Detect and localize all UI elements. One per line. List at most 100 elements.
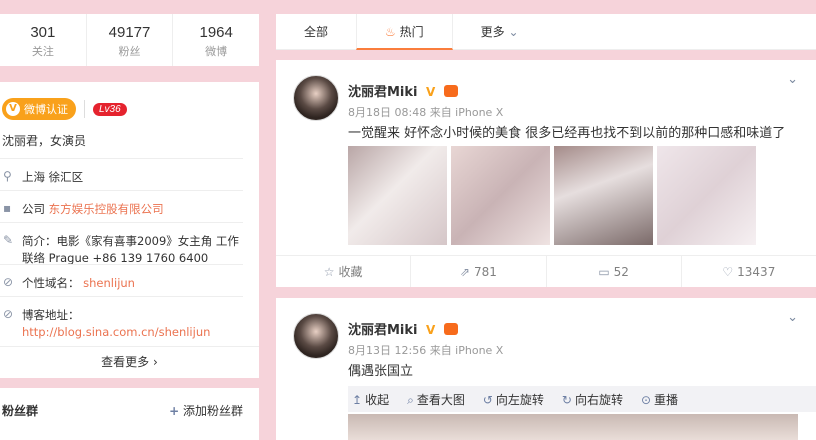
rotate-right-icon: ↻ — [561, 392, 572, 407]
feed-post: 沈丽君Miki V 8月18日 08:48 来自 iPhone X 一觉醒来 好… — [276, 60, 816, 287]
see-more-button[interactable]: 查看更多 › — [0, 346, 259, 370]
collapse-label: 收起 — [365, 392, 390, 407]
plus-icon: + — [169, 404, 180, 418]
company-text: 公司 东方娱乐控股有限公司 — [22, 201, 243, 218]
chevron-right-icon: › — [153, 355, 158, 369]
search-icon: ⌕ — [407, 392, 414, 407]
author-name[interactable]: 沈丽君Miki — [348, 85, 418, 100]
repost-icon: ⇗ — [459, 265, 470, 279]
company-row: ▪ 公司 东方娱乐控股有限公司 — [0, 190, 243, 222]
verify-badge[interactable]: V 微博认证 — [2, 98, 76, 120]
blog-link[interactable]: http://blog.sina.com.cn/shenlijun — [22, 325, 210, 339]
comment-button[interactable]: ▭ 52 — [547, 256, 682, 287]
verify-label: 微博认证 — [24, 103, 68, 116]
post-text: 一觉醒来 好怀念小时候的美食 很多已经再也找不到以前的那种口感和味道了 — [348, 126, 786, 141]
post-image[interactable] — [348, 146, 447, 245]
collapse-icon: ↥ — [352, 392, 363, 407]
chevron-down-icon: ⌄ — [508, 25, 519, 39]
domain-link[interactable]: shenlijun — [83, 276, 135, 290]
blog-row: ⊘ 博客地址： http://blog.sina.com.cn/shenliju… — [0, 296, 243, 340]
comment-count: 52 — [613, 265, 629, 279]
blog-text: 博客地址： http://blog.sina.com.cn/shenlijun — [22, 307, 243, 341]
favorite-label: 收藏 — [338, 265, 363, 279]
profile-card: V 微博认证 Lv36 沈丽君，女演员 ⚲ 上海 徐汇区 ▪ 公司 东方娱乐控股… — [0, 82, 259, 378]
rotate-right-button[interactable]: ↻ 向右旋转 — [562, 391, 623, 408]
domain-text: 个性域名： shenlijun — [22, 275, 243, 292]
intro-text: 简介：电影《家有喜事2009》女主角 工作联络 Prague +86 139 1… — [22, 234, 239, 265]
post-menu-chevron-icon[interactable]: ⌄ — [787, 310, 798, 325]
repost-count: 781 — [473, 265, 497, 279]
following-label: 关注 — [31, 45, 54, 58]
media-toolbar: ↥ 收起 ⌕ 查看大图 ↺ 向左旋转 ↻ 向右旋转 ⊙ 重播 — [348, 386, 816, 412]
post-meta: 8月13日 12:56 来自 iPhone X — [348, 344, 504, 357]
location-pin-icon: ⚲ — [3, 169, 12, 183]
tab-more-label: 更多 — [480, 25, 505, 39]
tab-all[interactable]: 全部 — [276, 14, 356, 50]
star-icon: ☆ — [323, 265, 335, 279]
fans-group-card: 粉丝群 + 添加粉丝群 — [0, 388, 259, 440]
post-menu-chevron-icon[interactable]: ⌄ — [787, 72, 798, 87]
posts-count: 1964 — [199, 24, 233, 41]
posts-stat[interactable]: 1964 微博 — [173, 14, 259, 66]
flame-icon: ♨ — [385, 25, 396, 39]
level-badge[interactable]: Lv36 — [93, 102, 127, 116]
repost-button[interactable]: ⇗ 781 — [411, 256, 547, 287]
post-image[interactable] — [451, 146, 550, 245]
following-stat[interactable]: 301 关注 — [0, 14, 87, 66]
edit-icon: ✎ — [3, 233, 14, 247]
post-image[interactable] — [554, 146, 653, 245]
company-prefix: 公司 — [22, 202, 45, 216]
avatar[interactable] — [293, 313, 339, 359]
followers-stat[interactable]: 49177 粉丝 — [87, 14, 174, 66]
link-icon: ⊘ — [3, 275, 14, 289]
domain-label: 个性域名： — [22, 276, 80, 290]
vip-crown-icon — [443, 85, 458, 97]
tab-hot[interactable]: ♨ 热门 — [356, 14, 453, 50]
author-name[interactable]: 沈丽君Miki — [348, 323, 418, 338]
verified-v-icon: V — [426, 85, 436, 99]
like-button[interactable]: ♡ 13437 — [682, 256, 816, 287]
like-count: 13437 — [737, 265, 776, 279]
location-text: 上海 徐汇区 — [22, 170, 84, 184]
post-image[interactable] — [657, 146, 756, 245]
feed-tabs: 全部 ♨ 热门 更多 ⌄ — [276, 14, 816, 50]
add-fans-group-button[interactable]: + 添加粉丝群 — [169, 402, 243, 419]
rotate-left-icon: ↺ — [482, 392, 493, 407]
stats-card: 301 关注 49177 粉丝 1964 微博 — [0, 14, 259, 66]
vip-crown-icon — [443, 323, 458, 335]
avatar[interactable] — [293, 75, 339, 121]
add-fans-group-label: 添加粉丝群 — [182, 404, 243, 418]
replay-button[interactable]: ⊙ 重播 — [641, 391, 678, 408]
post-images — [348, 146, 756, 245]
tab-hot-label: 热门 — [399, 25, 424, 39]
collapse-button[interactable]: ↥ 收起 — [352, 391, 389, 408]
post-author: 沈丽君Miki V — [348, 319, 458, 338]
rotate-left-button[interactable]: ↺ 向左旋转 — [483, 391, 544, 408]
domain-row: ⊘ 个性域名： shenlijun — [0, 264, 243, 296]
company-link[interactable]: 东方娱乐控股有限公司 — [49, 202, 164, 216]
verify-icon: V — [6, 102, 20, 116]
verified-v-icon: V — [426, 323, 436, 337]
thumbs-up-icon: ♡ — [722, 265, 734, 279]
tab-more[interactable]: 更多 ⌄ — [453, 14, 547, 50]
comment-icon: ▭ — [598, 265, 610, 279]
post-text: 偶遇张国立 — [348, 364, 414, 379]
posts-label: 微博 — [205, 45, 228, 58]
followers-label: 粉丝 — [118, 45, 141, 58]
replay-icon: ⊙ — [640, 392, 652, 407]
location-row: ⚲ 上海 徐汇区 — [0, 158, 243, 190]
see-more-label: 查看更多 — [101, 355, 150, 369]
favorite-button[interactable]: ☆ 收藏 — [276, 256, 412, 287]
view-large-button[interactable]: ⌕ 查看大图 — [407, 391, 465, 408]
followers-count: 49177 — [108, 24, 151, 41]
media-preview[interactable] — [348, 414, 798, 440]
blog-label: 博客地址： — [22, 308, 80, 322]
following-count: 301 — [30, 24, 56, 41]
bio-text: 沈丽君，女演员 — [2, 134, 87, 148]
divider — [84, 100, 85, 118]
feed-post: 沈丽君Miki V 8月13日 12:56 来自 iPhone X 偶遇张国立 … — [276, 298, 816, 440]
rotate-left-label: 向左旋转 — [495, 392, 544, 407]
replay-label: 重播 — [654, 392, 679, 407]
post-actions: ☆ 收藏 ⇗ 781 ▭ 52 ♡ 13437 — [276, 255, 816, 287]
badge-row: V 微博认证 Lv36 — [2, 98, 127, 120]
